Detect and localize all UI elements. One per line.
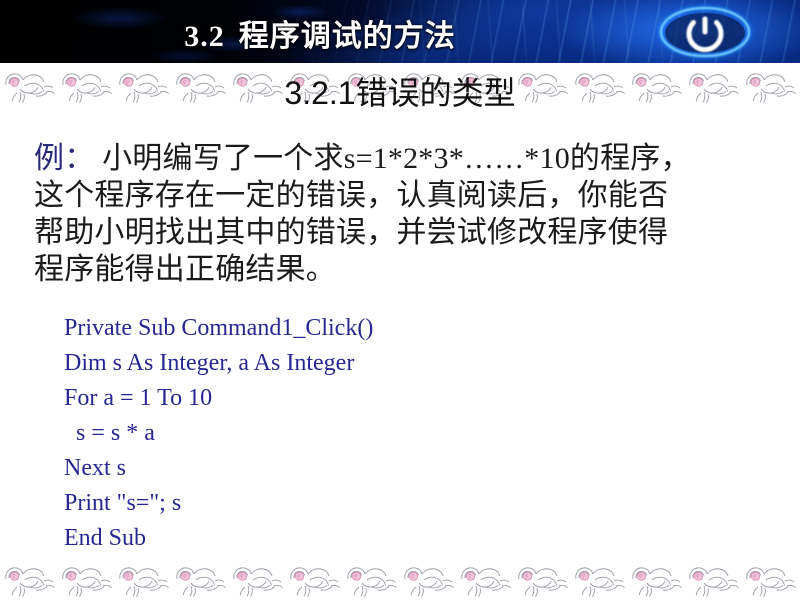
title-banner: 3.2 程序调试的方法 bbox=[0, 0, 800, 63]
code-line: Dim s As Integer, a As Integer bbox=[64, 350, 355, 376]
section-title-text: 程序调试的方法 bbox=[238, 20, 456, 53]
rose-border-bottom bbox=[0, 556, 800, 600]
subtitle: 3.2.1错误的类型 bbox=[284, 75, 516, 111]
code-listing: Private Sub Command1_Click() Dim s As In… bbox=[64, 311, 373, 556]
code-line: For a = 1 To 10 bbox=[64, 385, 213, 411]
slide-canvas: 3.2 程序调试的方法 3.2.1错误的类型 例： 小明编写了一个求s=1*2*… bbox=[0, 0, 800, 600]
rose-icon bbox=[176, 567, 226, 597]
paragraph-line-1-text: 小明编写了一个求s=1*2*3*……*10的程序， bbox=[102, 142, 691, 175]
rose-icon bbox=[404, 567, 454, 597]
example-label: 例： bbox=[34, 142, 95, 175]
rose-icon bbox=[518, 567, 568, 597]
power-button-icon bbox=[647, 3, 763, 61]
rose-icon bbox=[119, 567, 169, 597]
code-line: s = s * a bbox=[64, 420, 155, 446]
code-line: End Sub bbox=[64, 525, 147, 551]
code-line: Print "s="; s bbox=[64, 490, 182, 516]
rose-icon bbox=[233, 567, 283, 597]
section-number: 3.2 bbox=[184, 20, 225, 53]
rose-icon bbox=[461, 567, 511, 597]
code-line: Private Sub Command1_Click() bbox=[64, 315, 374, 341]
rose-icon bbox=[746, 567, 796, 597]
paragraph-line-3: 帮助小明找出其中的错误，并尝试修改程序使得 bbox=[34, 216, 669, 249]
paragraph-line-4: 程序能得出正确结果。 bbox=[34, 253, 336, 286]
rose-icon bbox=[575, 567, 625, 597]
page-title: 3.2 程序调试的方法 bbox=[0, 11, 640, 55]
paragraph-line-1: 例： 小明编写了一个求s=1*2*3*……*10的程序， bbox=[34, 140, 770, 177]
rose-icon bbox=[5, 567, 55, 597]
example-paragraph: 例： 小明编写了一个求s=1*2*3*……*10的程序， 这个程序存在一定的错误… bbox=[34, 140, 770, 288]
paragraph-line-2: 这个程序存在一定的错误，认真阅读后，你能否 bbox=[34, 179, 669, 212]
rose-icon bbox=[290, 567, 340, 597]
rose-icon bbox=[689, 567, 739, 597]
rose-icon bbox=[347, 567, 397, 597]
rose-icon bbox=[62, 567, 112, 597]
rose-icon bbox=[632, 567, 682, 597]
code-line: Next s bbox=[64, 455, 126, 481]
